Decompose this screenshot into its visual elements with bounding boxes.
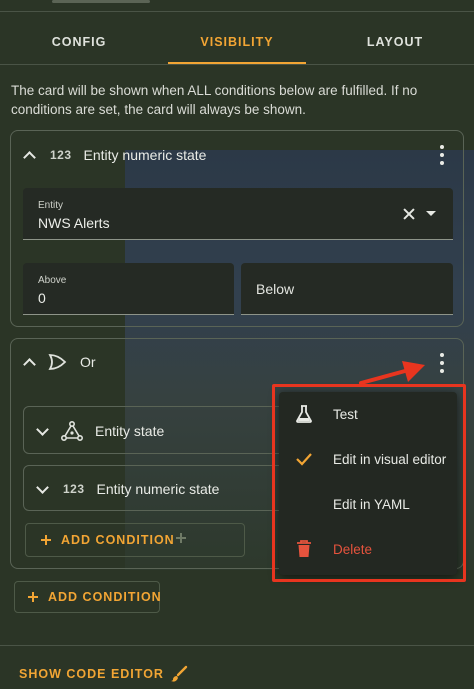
tab-layout[interactable]: LAYOUT bbox=[316, 24, 474, 64]
annotation-arrow bbox=[359, 361, 425, 385]
condition-menu-icon[interactable] bbox=[439, 145, 445, 165]
condition-card-numeric-state: 123 Entity numeric state Entity NWS Aler… bbox=[10, 130, 464, 327]
sub-condition-title: Entity state bbox=[95, 423, 165, 439]
above-field[interactable]: Above 0 bbox=[23, 263, 234, 315]
tab-bar: CONFIG VISIBILITY LAYOUT bbox=[0, 24, 474, 64]
sub-condition-title: Entity numeric state bbox=[96, 481, 220, 497]
plus-icon bbox=[41, 535, 51, 545]
entity-field-value: NWS Alerts bbox=[38, 215, 110, 231]
add-condition-label: ADD CONDITION bbox=[61, 533, 175, 547]
top-handle bbox=[52, 0, 150, 3]
chevron-up-icon[interactable] bbox=[23, 150, 36, 164]
show-code-editor-label: SHOW CODE EDITOR bbox=[19, 667, 164, 681]
chevron-up-icon[interactable] bbox=[23, 357, 36, 371]
add-condition-button[interactable]: ADD CONDITION bbox=[28, 590, 162, 604]
or-condition-header[interactable]: Or bbox=[23, 350, 96, 374]
numeric-icon: 123 bbox=[50, 148, 72, 162]
or-condition-title: Or bbox=[80, 354, 96, 370]
entity-field[interactable]: Entity NWS Alerts bbox=[23, 188, 453, 240]
visibility-intro-text: The card will be shown when ALL conditio… bbox=[11, 83, 418, 117]
condition-header[interactable]: 123 Entity numeric state bbox=[23, 143, 207, 167]
above-field-label: Above bbox=[38, 275, 67, 286]
clear-icon[interactable] bbox=[403, 208, 415, 220]
sub-condition-header[interactable]: 123 Entity numeric state bbox=[36, 477, 220, 501]
chevron-down-icon[interactable] bbox=[36, 422, 49, 436]
add-condition-button-inner[interactable]: ADD CONDITION bbox=[41, 533, 175, 547]
dropdown-caret-icon[interactable] bbox=[426, 211, 436, 216]
show-code-editor-button[interactable]: SHOW CODE EDITOR bbox=[19, 665, 188, 683]
highlight-frame bbox=[272, 384, 466, 582]
top-strip bbox=[0, 0, 474, 12]
above-field-value: 0 bbox=[38, 290, 46, 306]
brush-icon bbox=[170, 665, 188, 682]
add-condition-label: ADD CONDITION bbox=[48, 590, 162, 604]
entity-field-label: Entity bbox=[38, 200, 64, 211]
or-gate-icon bbox=[48, 354, 67, 370]
below-field-label: Below bbox=[256, 281, 295, 297]
numeric-icon: 123 bbox=[63, 482, 85, 496]
tab-config[interactable]: CONFIG bbox=[0, 24, 158, 64]
tab-visibility[interactable]: VISIBILITY bbox=[158, 24, 316, 64]
plus-icon bbox=[176, 533, 186, 543]
sub-condition-header[interactable]: Entity state bbox=[36, 419, 165, 443]
plus-icon bbox=[28, 592, 38, 602]
entity-state-icon bbox=[61, 421, 83, 441]
tabs-divider bbox=[0, 64, 474, 65]
condition-title: Entity numeric state bbox=[83, 147, 207, 163]
below-field[interactable]: Below bbox=[241, 263, 453, 315]
chevron-down-icon[interactable] bbox=[36, 480, 49, 494]
bottom-divider bbox=[0, 645, 474, 646]
or-condition-menu-icon[interactable] bbox=[439, 353, 445, 373]
